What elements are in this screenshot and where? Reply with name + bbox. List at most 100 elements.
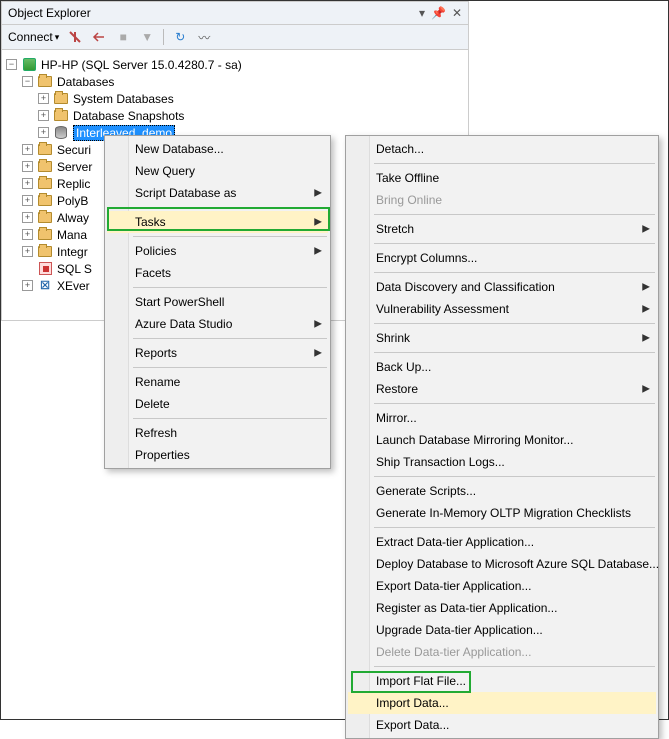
expand-icon[interactable]: + bbox=[22, 212, 33, 223]
menu-delete[interactable]: Delete bbox=[107, 393, 328, 415]
menu-import-data[interactable]: Import Data... bbox=[348, 692, 656, 714]
collapse-icon[interactable]: − bbox=[6, 59, 17, 70]
menu-properties[interactable]: Properties bbox=[107, 444, 328, 466]
menu-extract-dt[interactable]: Extract Data-tier Application... bbox=[348, 531, 656, 553]
menu-new-query[interactable]: New Query bbox=[107, 160, 328, 182]
expand-icon[interactable]: + bbox=[22, 229, 33, 240]
expand-icon[interactable]: + bbox=[22, 246, 33, 257]
pin-icon[interactable]: 📌 bbox=[431, 6, 446, 20]
menu-backup[interactable]: Back Up... bbox=[348, 356, 656, 378]
folder-icon bbox=[37, 194, 53, 208]
label: Vulnerability Assessment bbox=[376, 302, 509, 316]
menu-facets[interactable]: Facets bbox=[107, 262, 328, 284]
activity-icon[interactable]: 〰 bbox=[196, 29, 212, 45]
expand-icon[interactable]: + bbox=[22, 280, 33, 291]
menu-delete-dt: Delete Data-tier Application... bbox=[348, 641, 656, 663]
menu-stretch[interactable]: Stretch▶ bbox=[348, 218, 656, 240]
separator bbox=[374, 163, 655, 164]
node-label: Alway bbox=[57, 211, 89, 225]
menu-new-database[interactable]: New Database... bbox=[107, 138, 328, 160]
expand-icon[interactable]: + bbox=[38, 93, 49, 104]
menu-tasks[interactable]: Tasks▶ bbox=[107, 211, 328, 233]
label: Data Discovery and Classification bbox=[376, 280, 555, 294]
separator bbox=[133, 338, 327, 339]
snapshots-label: Database Snapshots bbox=[73, 109, 184, 123]
menu-shrink[interactable]: Shrink▶ bbox=[348, 327, 656, 349]
close-icon[interactable]: ✕ bbox=[452, 6, 462, 20]
connect-button[interactable]: Connect ▾ bbox=[8, 30, 59, 44]
disconnect-icon[interactable] bbox=[91, 29, 107, 45]
menu-azure-data-studio[interactable]: Azure Data Studio▶ bbox=[107, 313, 328, 335]
expand-icon[interactable]: + bbox=[22, 178, 33, 189]
connect-object-icon[interactable] bbox=[67, 29, 83, 45]
label: Policies bbox=[135, 244, 176, 258]
separator bbox=[374, 527, 655, 528]
expand-icon[interactable]: + bbox=[38, 110, 49, 121]
menu-mirror[interactable]: Mirror... bbox=[348, 407, 656, 429]
folder-icon bbox=[53, 92, 69, 106]
refresh-icon[interactable]: ↻ bbox=[172, 29, 188, 45]
menu-take-offline[interactable]: Take Offline bbox=[348, 167, 656, 189]
label: Bring Online bbox=[376, 193, 442, 207]
expand-icon[interactable]: + bbox=[22, 161, 33, 172]
menu-rename[interactable]: Rename bbox=[107, 371, 328, 393]
menu-start-powershell[interactable]: Start PowerShell bbox=[107, 291, 328, 313]
menu-generate-inmemory[interactable]: Generate In-Memory OLTP Migration Checkl… bbox=[348, 502, 656, 524]
panel-titlebar: Object Explorer ▾ 📌 ✕ bbox=[2, 2, 468, 25]
panel-title-text: Object Explorer bbox=[8, 6, 91, 20]
expand-icon[interactable]: + bbox=[38, 127, 49, 138]
separator bbox=[133, 207, 327, 208]
tree-node-server[interactable]: − HP-HP (SQL Server 15.0.4280.7 - sa) bbox=[6, 56, 464, 73]
node-label: Replic bbox=[57, 177, 90, 191]
submenu-arrow-icon: ▶ bbox=[314, 246, 322, 257]
tree-node-databases[interactable]: − Databases bbox=[6, 73, 464, 90]
submenu-arrow-icon: ▶ bbox=[642, 282, 650, 293]
server-icon bbox=[21, 58, 37, 72]
menu-export-data[interactable]: Export Data... bbox=[348, 714, 656, 736]
node-label: PolyB bbox=[57, 194, 88, 208]
menu-restore[interactable]: Restore▶ bbox=[348, 378, 656, 400]
menu-script-database[interactable]: Script Database as▶ bbox=[107, 182, 328, 204]
menu-reports[interactable]: Reports▶ bbox=[107, 342, 328, 364]
node-label: Mana bbox=[57, 228, 87, 242]
separator bbox=[374, 214, 655, 215]
tree-node-snapshots[interactable]: + Database Snapshots bbox=[6, 107, 464, 124]
stop-icon[interactable]: ■ bbox=[115, 29, 131, 45]
menu-import-flat-file[interactable]: Import Flat File... bbox=[348, 670, 656, 692]
menu-vulnerability-assessment[interactable]: Vulnerability Assessment▶ bbox=[348, 298, 656, 320]
collapse-icon[interactable]: − bbox=[22, 76, 33, 87]
menu-encrypt-columns[interactable]: Encrypt Columns... bbox=[348, 247, 656, 269]
label: Start PowerShell bbox=[135, 295, 224, 309]
label: Register as Data-tier Application... bbox=[376, 601, 557, 615]
menu-upgrade-dt[interactable]: Upgrade Data-tier Application... bbox=[348, 619, 656, 641]
menu-data-discovery[interactable]: Data Discovery and Classification ▶ bbox=[348, 276, 656, 298]
menu-detach[interactable]: Detach... bbox=[348, 138, 656, 160]
menu-refresh[interactable]: Refresh bbox=[107, 422, 328, 444]
node-label: XEver bbox=[57, 279, 90, 293]
label: Script Database as bbox=[135, 186, 236, 200]
label: Launch Database Mirroring Monitor... bbox=[376, 433, 573, 447]
label: Refresh bbox=[135, 426, 177, 440]
menu-export-dt[interactable]: Export Data-tier Application... bbox=[348, 575, 656, 597]
label: Upgrade Data-tier Application... bbox=[376, 623, 543, 637]
menu-register-dt[interactable]: Register as Data-tier Application... bbox=[348, 597, 656, 619]
node-label: SQL S bbox=[57, 262, 92, 276]
menu-ship-logs[interactable]: Ship Transaction Logs... bbox=[348, 451, 656, 473]
label: Delete bbox=[135, 397, 170, 411]
menu-generate-scripts[interactable]: Generate Scripts... bbox=[348, 480, 656, 502]
tree-node-sysdb[interactable]: + System Databases bbox=[6, 90, 464, 107]
label: Restore bbox=[376, 382, 418, 396]
folder-icon bbox=[53, 109, 69, 123]
submenu-arrow-icon: ▶ bbox=[314, 319, 322, 330]
menu-policies[interactable]: Policies ▶ bbox=[107, 240, 328, 262]
menu-launch-mirror-monitor[interactable]: Launch Database Mirroring Monitor... bbox=[348, 429, 656, 451]
sysdb-label: System Databases bbox=[73, 92, 174, 106]
expand-icon[interactable]: + bbox=[22, 195, 33, 206]
connect-label: Connect bbox=[8, 30, 53, 44]
folder-icon bbox=[37, 245, 53, 259]
dropdown-icon[interactable]: ▾ bbox=[419, 6, 425, 20]
expand-icon[interactable]: + bbox=[22, 144, 33, 155]
menu-deploy-azure[interactable]: Deploy Database to Microsoft Azure SQL D… bbox=[348, 553, 656, 575]
folder-icon bbox=[37, 143, 53, 157]
filter-icon[interactable]: ▼ bbox=[139, 29, 155, 45]
